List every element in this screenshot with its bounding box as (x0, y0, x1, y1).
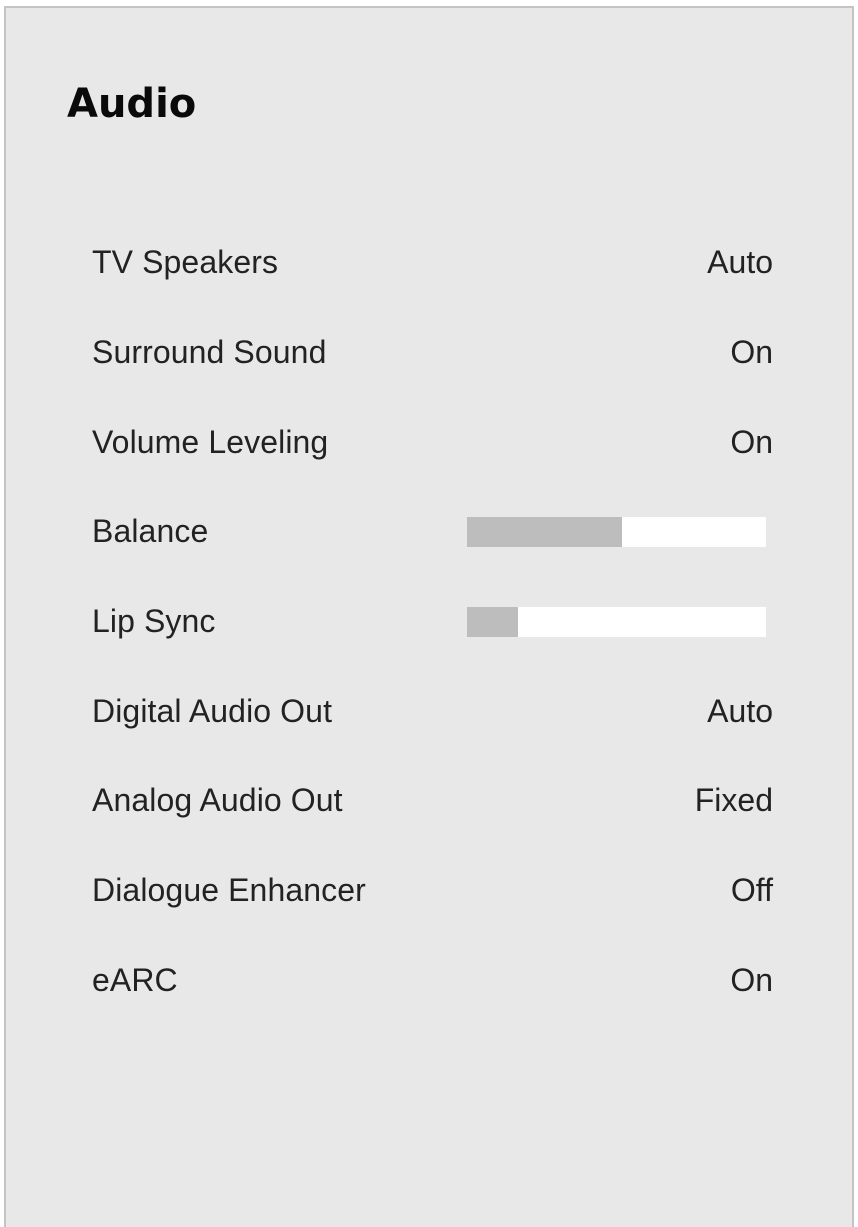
balance-slider[interactable] (467, 516, 766, 547)
menu-item-balance[interactable]: Balance (92, 487, 773, 577)
menu-item-value: Fixed (694, 782, 773, 819)
audio-settings-panel: Audio TV Speakers Auto Surround Sound On… (4, 6, 854, 1227)
menu-item-value: On (730, 961, 773, 998)
menu-item-surround-sound[interactable]: Surround Sound On (92, 308, 773, 398)
menu-item-label: eARC (92, 961, 178, 998)
menu-item-lip-sync[interactable]: Lip Sync (92, 577, 773, 667)
menu-item-label: Digital Audio Out (92, 692, 333, 729)
menu-title: Audio (67, 81, 197, 127)
menu-item-value: Auto (707, 692, 773, 729)
menu-item-label: Volume Leveling (92, 423, 329, 460)
menu-item-earc[interactable]: eARC On (92, 936, 773, 1026)
menu-item-label: Lip Sync (92, 603, 216, 640)
menu-item-volume-leveling[interactable]: Volume Leveling On (92, 397, 773, 487)
menu-item-value: Auto (707, 244, 773, 281)
balance-slider-fill (467, 516, 623, 547)
menu-item-analog-audio-out[interactable]: Analog Audio Out Fixed (92, 756, 773, 846)
lip-sync-slider-fill (467, 606, 518, 637)
menu-item-tv-speakers[interactable]: TV Speakers Auto (92, 218, 773, 308)
audio-settings-list: TV Speakers Auto Surround Sound On Volum… (92, 218, 773, 1025)
lip-sync-slider[interactable] (467, 606, 766, 637)
menu-item-value: On (730, 423, 773, 460)
menu-item-label: Analog Audio Out (92, 782, 343, 819)
menu-item-dialogue-enhancer[interactable]: Dialogue Enhancer Off (92, 846, 773, 936)
menu-item-label: TV Speakers (92, 244, 279, 281)
menu-item-digital-audio-out[interactable]: Digital Audio Out Auto (92, 666, 773, 756)
menu-item-label: Surround Sound (92, 334, 327, 371)
menu-item-label: Dialogue Enhancer (92, 872, 366, 909)
menu-item-value: Off (730, 872, 773, 909)
menu-item-label: Balance (92, 513, 209, 550)
menu-item-value: On (730, 334, 773, 371)
